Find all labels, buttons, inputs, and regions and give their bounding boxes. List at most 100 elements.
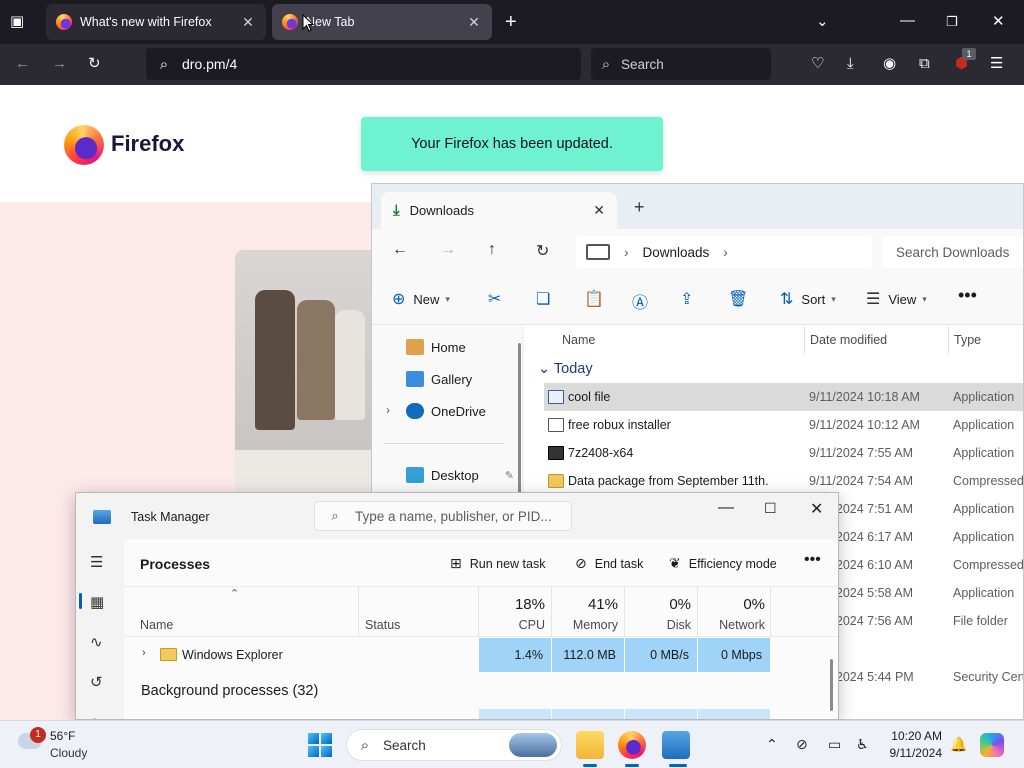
- copy-icon[interactable]: ❏: [536, 289, 558, 309]
- end-task-button[interactable]: ⊘ End task: [575, 555, 643, 572]
- breadcrumb-downloads[interactable]: Downloads: [643, 245, 710, 260]
- chevron-right-icon[interactable]: ›: [624, 245, 629, 260]
- column-header-disk[interactable]: Disk: [621, 618, 691, 632]
- tab-whats-new[interactable]: What's new with Firefox ✕: [46, 4, 266, 40]
- file-row[interactable]: free robux installer 9/11/2024 10:12 AM …: [544, 411, 1023, 439]
- sidebar-scrollbar[interactable]: [518, 343, 521, 503]
- copilot-icon[interactable]: [980, 733, 1004, 757]
- cut-icon[interactable]: ✂: [488, 289, 509, 309]
- process-list-scrollbar[interactable]: [830, 659, 833, 711]
- expand-chevron-icon[interactable]: ›: [142, 647, 146, 659]
- column-header-type[interactable]: Type: [954, 333, 981, 347]
- new-button[interactable]: ⊕ New ▾: [392, 289, 450, 309]
- column-header-status[interactable]: Status: [365, 618, 400, 632]
- explorer-tab-downloads[interactable]: ⤓ Downloads ✕: [381, 192, 617, 229]
- chevron-right-icon[interactable]: ›: [723, 245, 728, 260]
- pocket-icon[interactable]: ♡: [811, 54, 824, 74]
- file-row[interactable]: cool file 9/11/2024 10:18 AM Application: [544, 383, 1023, 411]
- sort-button[interactable]: ⇅ Sort ▾: [780, 289, 836, 309]
- processes-icon[interactable]: ▦: [90, 593, 104, 611]
- run-new-task-button[interactable]: ⊞ Run new task: [450, 555, 545, 572]
- chevron-down-icon[interactable]: ⌄: [816, 12, 829, 32]
- clock-date[interactable]: 9/11/2024: [880, 746, 943, 760]
- url-bar[interactable]: ⌕ dro.pm/4: [146, 48, 581, 80]
- start-button[interactable]: [308, 733, 332, 757]
- chevron-right-icon[interactable]: ›: [386, 403, 390, 417]
- taskbar-search[interactable]: ⌕ Search: [346, 729, 562, 761]
- sidebar-item-onedrive[interactable]: OneDrive: [406, 403, 486, 419]
- download-icon[interactable]: ⤓: [847, 54, 854, 74]
- menu-hamburger-icon[interactable]: ☰: [990, 54, 1003, 74]
- file-explorer-app-icon[interactable]: [576, 731, 604, 759]
- more-options-icon[interactable]: •••: [804, 551, 821, 569]
- display-icon[interactable]: ▭: [828, 736, 841, 753]
- process-row[interactable]: [124, 709, 838, 719]
- running-indicator: [583, 764, 597, 767]
- up-arrow-icon[interactable]: ↑: [488, 241, 496, 259]
- close-tab-icon[interactable]: ✕: [240, 14, 256, 31]
- firefox-app-icon[interactable]: [618, 731, 646, 759]
- view-button[interactable]: ☰ View ▾: [866, 289, 927, 309]
- weather-condition[interactable]: Cloudy: [50, 746, 87, 760]
- share-icon[interactable]: ⇪: [680, 289, 701, 309]
- network-offline-icon[interactable]: ⊘: [796, 736, 808, 753]
- browser-search-box[interactable]: ⌕ Search: [591, 48, 771, 80]
- close-window-icon[interactable]: ✕: [810, 499, 823, 519]
- windows-logo-pane: [308, 733, 319, 744]
- column-header-cpu[interactable]: CPU: [475, 618, 545, 632]
- column-header-name[interactable]: Name: [140, 618, 173, 632]
- column-header-name[interactable]: Name: [562, 333, 595, 347]
- close-tab-icon[interactable]: ✕: [466, 14, 482, 31]
- process-row[interactable]: › Windows Explorer 1.4% 112.0 MB 0 MB/s …: [124, 638, 838, 672]
- forward-arrow-icon[interactable]: →: [440, 241, 456, 259]
- sidebar-item-desktop[interactable]: Desktop ✎: [406, 467, 514, 483]
- startup-icon[interactable]: ◔: [90, 713, 99, 719]
- restore-icon[interactable]: ❐: [946, 12, 958, 32]
- close-tab-icon[interactable]: ✕: [593, 202, 605, 219]
- forward-arrow-icon[interactable]: →: [52, 54, 67, 74]
- new-tab-plus-icon[interactable]: +: [634, 197, 645, 218]
- rename-icon[interactable]: Ⓐ: [632, 289, 656, 313]
- notification-bell-icon[interactable]: 🔔: [950, 736, 967, 753]
- accessibility-icon[interactable]: ♿: [856, 736, 869, 753]
- pin-icon[interactable]: ✎: [505, 469, 514, 482]
- column-header-date[interactable]: Date modified: [810, 333, 887, 347]
- performance-icon[interactable]: ∿: [90, 633, 103, 651]
- file-row[interactable]: 7z2408-x64 9/11/2024 7:55 AM Application: [544, 439, 1023, 467]
- more-options-icon[interactable]: •••: [958, 285, 977, 306]
- address-breadcrumb[interactable]: › Downloads ›: [576, 236, 872, 268]
- close-window-icon[interactable]: ✕: [992, 12, 1005, 32]
- delete-icon[interactable]: 🗑: [728, 289, 756, 309]
- reload-icon[interactable]: ↻: [88, 54, 101, 74]
- file-row[interactable]: Data package from September 11th. 9/11/2…: [544, 467, 1023, 495]
- group-header-today[interactable]: ⌄ Today: [538, 361, 593, 377]
- run-task-icon: ⊞: [450, 555, 462, 571]
- sort-caret-icon[interactable]: ⌃: [230, 587, 239, 600]
- chevron-up-icon[interactable]: ⌃: [766, 736, 778, 753]
- weather-temperature[interactable]: 56°F: [50, 729, 75, 743]
- refresh-icon[interactable]: ↻: [536, 241, 549, 261]
- explorer-search-input[interactable]: Search Downloads: [882, 236, 1023, 268]
- back-arrow-icon[interactable]: ←: [392, 241, 408, 259]
- extensions-icon[interactable]: ⧉: [919, 54, 930, 74]
- new-tab-plus-icon[interactable]: +: [505, 12, 517, 32]
- paste-icon[interactable]: 📋: [584, 289, 612, 309]
- tab-list-icon[interactable]: ▣: [10, 12, 24, 32]
- account-icon[interactable]: ◉: [883, 54, 896, 74]
- column-header-network[interactable]: Network: [695, 618, 765, 632]
- task-manager-app-icon[interactable]: [662, 731, 690, 759]
- efficiency-mode-button[interactable]: ❦ Efficiency mode: [669, 555, 777, 572]
- minimize-icon[interactable]: —: [900, 11, 915, 31]
- back-arrow-icon[interactable]: ←: [15, 54, 30, 74]
- sidebar-item-gallery[interactable]: Gallery: [406, 371, 472, 387]
- url-text[interactable]: dro.pm/4: [182, 56, 237, 72]
- clock-time[interactable]: 10:20 AM: [880, 729, 942, 743]
- process-search-input[interactable]: ⌕ Type a name, publisher, or PID...: [314, 501, 572, 531]
- sidebar-item-home[interactable]: Home: [406, 339, 466, 355]
- maximize-icon[interactable]: ☐: [764, 500, 777, 517]
- app-history-icon[interactable]: ↺: [90, 673, 103, 691]
- hamburger-menu-icon[interactable]: ☰: [90, 553, 103, 571]
- sidebar-item-label: OneDrive: [431, 403, 486, 419]
- minimize-icon[interactable]: —: [718, 499, 734, 517]
- column-header-memory[interactable]: Memory: [548, 618, 618, 632]
